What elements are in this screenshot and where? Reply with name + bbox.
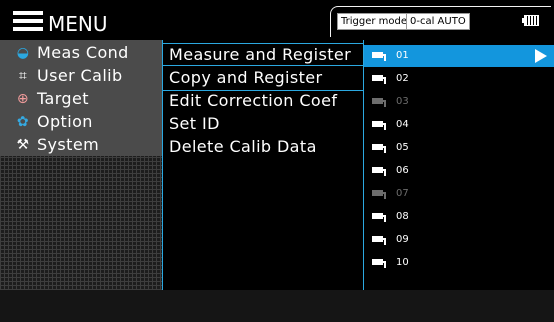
probe-icon: [372, 259, 390, 268]
submenu-item-delete-calib[interactable]: Delete Calib Data: [169, 136, 363, 158]
id-list-item[interactable]: 02: [364, 68, 554, 90]
id-label: 02: [396, 73, 409, 84]
calibration-id-list: 01 02 03 04 05 06 07 08 09 10: [364, 40, 554, 290]
probe-icon: [372, 144, 390, 153]
probe-icon: [372, 52, 390, 61]
status-panel: Trigger mode 0-cal AUTO: [330, 6, 551, 37]
id-label: 08: [396, 211, 409, 222]
probe-icon: [372, 167, 390, 176]
id-list-item[interactable]: 08: [364, 206, 554, 228]
sidebar-item-label: System: [37, 135, 100, 154]
tools-icon: ⚒: [16, 137, 30, 153]
id-label: 10: [396, 257, 409, 268]
id-list-item[interactable]: 07: [364, 183, 554, 205]
sidebar-item-system[interactable]: ⚒ System: [15, 134, 159, 156]
sidebar-item-label: Option: [37, 112, 93, 131]
submenu-item-copy-register[interactable]: Copy and Register: [169, 67, 363, 89]
id-label: 06: [396, 165, 409, 176]
id-label: 05: [396, 142, 409, 153]
gear-icon: ✿: [16, 114, 30, 130]
sidebar-item-label: Meas Cond: [37, 43, 129, 62]
submenu-item-set-id[interactable]: Set ID: [169, 113, 363, 135]
id-list-item[interactable]: 01: [364, 45, 554, 67]
submenu-panel: Measure and Register Copy and Register E…: [162, 40, 364, 290]
battery-icon: [522, 15, 540, 26]
id-list-item[interactable]: 06: [364, 160, 554, 182]
probe-icon: [372, 213, 390, 222]
probe-icon: [372, 75, 390, 84]
probe-icon: [372, 190, 390, 199]
menu-icon[interactable]: [13, 11, 43, 31]
id-list-item[interactable]: 05: [364, 137, 554, 159]
probe-icon: [372, 121, 390, 130]
id-label: 04: [396, 119, 409, 130]
id-label: 03: [396, 96, 409, 107]
submenu-item-measure-register[interactable]: Measure and Register: [169, 44, 363, 66]
id-label: 09: [396, 234, 409, 245]
id-list-item[interactable]: 09: [364, 229, 554, 251]
main-sidebar: ◒ Meas Cond ⌗ User Calib ⊕ Target ✿ Opti…: [0, 40, 162, 290]
user-calib-icon: ⌗: [18, 68, 28, 84]
sidebar-item-user-calib[interactable]: ⌗ User Calib: [15, 65, 159, 87]
header-bar: MENU Trigger mode 0-cal AUTO: [0, 0, 554, 40]
page-title: MENU: [48, 12, 108, 36]
id-list-item[interactable]: 03: [364, 91, 554, 113]
target-icon: ⊕: [16, 91, 30, 107]
meas-cond-icon: ◒: [16, 45, 30, 61]
id-label: 01: [396, 50, 409, 61]
id-label: 07: [396, 188, 409, 199]
submenu-item-edit-correction[interactable]: Edit Correction Coef: [169, 90, 363, 112]
probe-icon: [372, 98, 390, 107]
trigger-mode-badge: Trigger mode: [337, 13, 412, 30]
device-screen: MENU Trigger mode 0-cal AUTO ◒ Meas Cond…: [0, 0, 554, 322]
sidebar-item-target[interactable]: ⊕ Target: [15, 88, 159, 110]
calibration-badge: 0-cal AUTO: [406, 13, 470, 30]
id-list-item[interactable]: 10: [364, 252, 554, 274]
id-list-item[interactable]: 04: [364, 114, 554, 136]
sidebar-item-meas-cond[interactable]: ◒ Meas Cond: [15, 42, 159, 64]
sidebar-item-label: User Calib: [37, 66, 123, 85]
sidebar-item-label: Target: [37, 89, 89, 108]
right-arrow-icon: [535, 49, 547, 63]
probe-icon: [372, 236, 390, 245]
footer-bar: [0, 290, 554, 322]
sidebar-item-option[interactable]: ✿ Option: [15, 111, 159, 133]
